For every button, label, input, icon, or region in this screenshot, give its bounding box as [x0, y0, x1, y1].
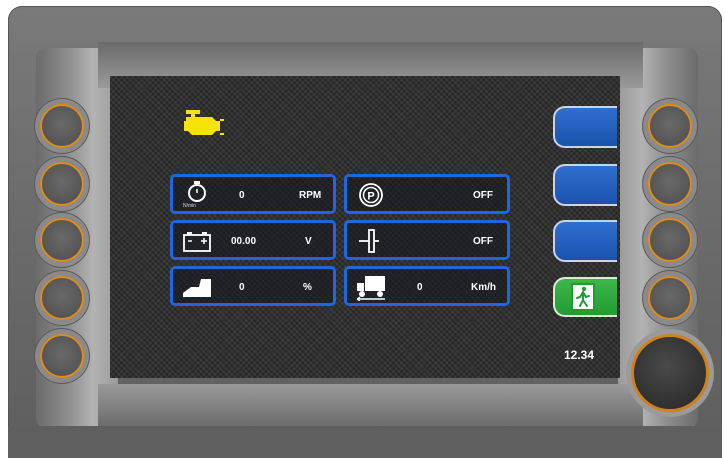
throttle-tile: 0 %: [170, 266, 336, 306]
softkey-2[interactable]: [553, 164, 617, 206]
device-base: [8, 426, 722, 458]
left-button-3[interactable]: [40, 218, 84, 262]
battery-voltage-value: 00.00: [231, 236, 257, 247]
svg-text:P: P: [367, 191, 374, 203]
rpm-value: 0: [239, 190, 245, 201]
right-button-1[interactable]: [648, 104, 692, 148]
throttle-value: 0: [239, 282, 245, 293]
left-button-5[interactable]: [40, 334, 84, 378]
throttle-unit: %: [303, 282, 312, 293]
pto-icon: [359, 229, 379, 253]
right-button-3[interactable]: [648, 218, 692, 262]
truck-speed-icon: [356, 276, 385, 301]
pto-tile: OFF: [344, 220, 510, 260]
engine-rpm-tile: N/min 0 RPM: [170, 174, 336, 214]
bottom-bezel: [98, 384, 643, 428]
pedal-icon: [183, 279, 211, 297]
rpm-unit: RPM: [299, 190, 322, 201]
speed-unit: Km/h: [471, 282, 496, 293]
rpm-icon-label: N/min: [183, 203, 197, 209]
right-button-4[interactable]: [648, 276, 692, 320]
battery-voltage-tile: 00.00 V: [170, 220, 336, 260]
pto-status: OFF: [473, 236, 493, 247]
parking-brake-tile: P OFF: [344, 174, 510, 214]
softkey-3[interactable]: [553, 220, 617, 262]
exit-button[interactable]: [553, 277, 617, 317]
vehicle-speed-tile: 0 Km/h: [344, 266, 510, 306]
left-button-1[interactable]: [40, 104, 84, 148]
exit-icon: [571, 283, 595, 311]
battery-icon: [183, 232, 211, 252]
speed-value: 0: [417, 282, 423, 293]
check-engine-icon: [184, 110, 224, 135]
parking-brake-status: OFF: [473, 190, 493, 201]
left-button-2[interactable]: [40, 162, 84, 206]
left-button-4[interactable]: [40, 276, 84, 320]
parking-brake-icon: P: [359, 183, 383, 207]
rotary-knob[interactable]: [631, 334, 709, 412]
right-button-2[interactable]: [648, 162, 692, 206]
softkey-1[interactable]: [553, 106, 617, 148]
battery-voltage-unit: V: [305, 236, 312, 247]
clock-display: 12.34: [564, 348, 595, 362]
